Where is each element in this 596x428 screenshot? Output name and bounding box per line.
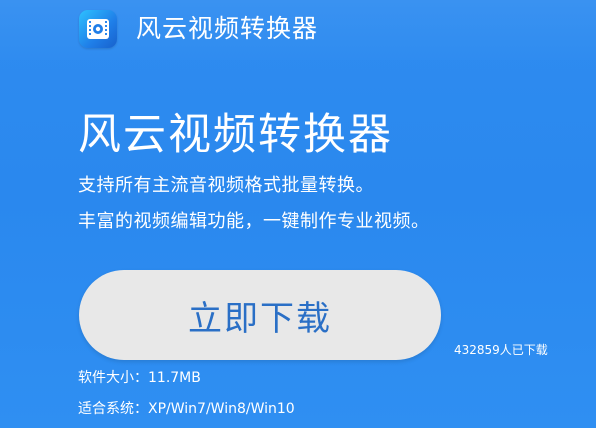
supported-systems: 适合系统：XP/Win7/Win8/Win10 (78, 401, 295, 417)
header-bar: 风云视频转换器 (0, 0, 596, 60)
download-count: 432859人已下载 (454, 343, 548, 357)
tagline-editing: 丰富的视频编辑功能，一键制作专业视频。 (78, 211, 430, 232)
tagline-formats: 支持所有主流音视频格式批量转换。 (78, 175, 374, 196)
download-button[interactable]: 立即下载 (79, 270, 441, 360)
hero-title: 风云视频转换器 (78, 110, 393, 160)
software-size: 软件大小：11.7MB (78, 370, 201, 386)
download-button-label: 立即下载 (188, 298, 332, 339)
app-logo-icon (79, 10, 117, 48)
video-film-icon (87, 19, 109, 39)
app-name: 风云视频转换器 (136, 14, 319, 43)
